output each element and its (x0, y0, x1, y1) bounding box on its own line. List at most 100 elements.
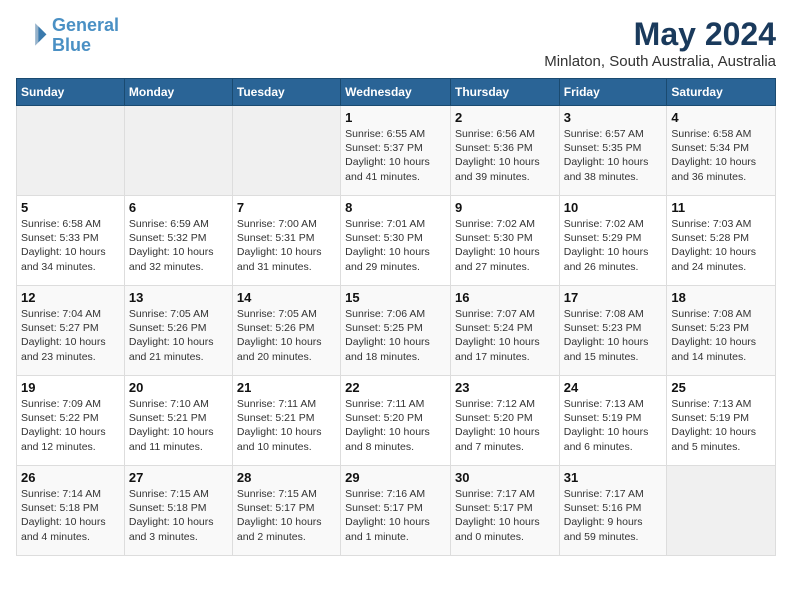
day-number: 23 (455, 380, 555, 395)
logo: General Blue (16, 16, 119, 56)
calendar-cell: 6 Sunrise: 6:59 AM Sunset: 5:32 PM Daylig… (124, 196, 232, 286)
day-number: 14 (237, 290, 336, 305)
day-info: Sunrise: 7:11 AM Sunset: 5:20 PM Dayligh… (345, 397, 446, 454)
day-info: Sunrise: 6:59 AM Sunset: 5:32 PM Dayligh… (129, 217, 228, 274)
weekday-header: Monday (124, 79, 232, 106)
day-number: 3 (564, 110, 663, 125)
day-info: Sunrise: 7:10 AM Sunset: 5:21 PM Dayligh… (129, 397, 228, 454)
calendar-cell: 2Sunrise: 6:56 AM Sunset: 5:36 PM Daylig… (450, 106, 559, 196)
day-info: Sunrise: 7:02 AM Sunset: 5:29 PM Dayligh… (564, 217, 663, 274)
weekday-header: Saturday (667, 79, 776, 106)
day-number: 28 (237, 470, 336, 485)
day-number: 10 (564, 200, 663, 215)
day-number: 18 (671, 290, 771, 305)
calendar-cell: 7 Sunrise: 7:00 AM Sunset: 5:31 PM Daylig… (232, 196, 340, 286)
calendar-cell: 17 Sunrise: 7:08 AM Sunset: 5:23 PM Dayli… (559, 286, 667, 376)
day-number: 24 (564, 380, 663, 395)
calendar-cell: 16Sunrise: 7:07 AM Sunset: 5:24 PM Dayli… (450, 286, 559, 376)
weekday-header-row: SundayMondayTuesdayWednesdayThursdayFrid… (17, 79, 776, 106)
day-number: 2 (455, 110, 555, 125)
logo-text: General Blue (52, 16, 119, 56)
day-number: 25 (671, 380, 771, 395)
day-info: Sunrise: 7:00 AM Sunset: 5:31 PM Dayligh… (237, 217, 336, 274)
calendar-cell (232, 106, 340, 196)
day-number: 19 (21, 380, 120, 395)
day-number: 5 (21, 200, 120, 215)
day-number: 17 (564, 290, 663, 305)
calendar-cell: 30Sunrise: 7:17 AM Sunset: 5:17 PM Dayli… (450, 466, 559, 556)
day-number: 9 (455, 200, 555, 215)
weekday-header: Tuesday (232, 79, 340, 106)
calendar-week-row: 12 Sunrise: 7:04 AM Sunset: 5:27 PM Dayli… (17, 286, 776, 376)
day-info: Sunrise: 7:15 AM Sunset: 5:17 PM Dayligh… (237, 487, 336, 544)
day-number: 7 (237, 200, 336, 215)
day-info: Sunrise: 7:04 AM Sunset: 5:27 PM Dayligh… (21, 307, 120, 364)
calendar-cell: 31 Sunrise: 7:17 AM Sunset: 5:16 PM Dayli… (559, 466, 667, 556)
calendar-cell: 4 Sunrise: 6:58 AM Sunset: 5:34 PM Daylig… (667, 106, 776, 196)
calendar-cell: 15Sunrise: 7:06 AM Sunset: 5:25 PM Dayli… (341, 286, 451, 376)
calendar-cell: 28 Sunrise: 7:15 AM Sunset: 5:17 PM Dayli… (232, 466, 340, 556)
day-number: 11 (671, 200, 771, 215)
day-info: Sunrise: 6:58 AM Sunset: 5:33 PM Dayligh… (21, 217, 120, 274)
calendar-cell: 22 Sunrise: 7:11 AM Sunset: 5:20 PM Dayli… (341, 376, 451, 466)
day-info: Sunrise: 7:15 AM Sunset: 5:18 PM Dayligh… (129, 487, 228, 544)
day-info: Sunrise: 7:17 AM Sunset: 5:16 PM Dayligh… (564, 487, 663, 544)
calendar-cell: 9 Sunrise: 7:02 AM Sunset: 5:30 PM Daylig… (450, 196, 559, 286)
calendar-cell (17, 106, 125, 196)
weekday-header: Wednesday (341, 79, 451, 106)
calendar-cell: 26Sunrise: 7:14 AM Sunset: 5:18 PM Dayli… (17, 466, 125, 556)
calendar-cell: 1 Sunrise: 6:55 AM Sunset: 5:37 PM Daylig… (341, 106, 451, 196)
day-number: 6 (129, 200, 228, 215)
day-number: 26 (21, 470, 120, 485)
calendar-cell: 18 Sunrise: 7:08 AM Sunset: 5:23 PM Dayli… (667, 286, 776, 376)
day-number: 31 (564, 470, 663, 485)
day-info: Sunrise: 7:11 AM Sunset: 5:21 PM Dayligh… (237, 397, 336, 454)
day-info: Sunrise: 6:55 AM Sunset: 5:37 PM Dayligh… (345, 127, 446, 184)
calendar-cell: 14 Sunrise: 7:05 AM Sunset: 5:26 PM Dayli… (232, 286, 340, 376)
day-number: 22 (345, 380, 446, 395)
day-info: Sunrise: 6:58 AM Sunset: 5:34 PM Dayligh… (671, 127, 771, 184)
day-number: 13 (129, 290, 228, 305)
calendar-cell: 29 Sunrise: 7:16 AM Sunset: 5:17 PM Dayli… (341, 466, 451, 556)
day-info: Sunrise: 7:13 AM Sunset: 5:19 PM Dayligh… (564, 397, 663, 454)
subtitle: Minlaton, South Australia, Australia (544, 53, 776, 70)
calendar-cell: 23 Sunrise: 7:12 AM Sunset: 5:20 PM Dayli… (450, 376, 559, 466)
calendar-cell: 19 Sunrise: 7:09 AM Sunset: 5:22 PM Dayli… (17, 376, 125, 466)
day-info: Sunrise: 6:57 AM Sunset: 5:35 PM Dayligh… (564, 127, 663, 184)
weekday-header: Sunday (17, 79, 125, 106)
day-number: 30 (455, 470, 555, 485)
calendar-cell: 8 Sunrise: 7:01 AM Sunset: 5:30 PM Daylig… (341, 196, 451, 286)
calendar-week-row: 19 Sunrise: 7:09 AM Sunset: 5:22 PM Dayli… (17, 376, 776, 466)
day-number: 1 (345, 110, 446, 125)
day-info: Sunrise: 7:16 AM Sunset: 5:17 PM Dayligh… (345, 487, 446, 544)
day-number: 29 (345, 470, 446, 485)
calendar-week-row: 5 Sunrise: 6:58 AM Sunset: 5:33 PM Daylig… (17, 196, 776, 286)
calendar-cell: 13 Sunrise: 7:05 AM Sunset: 5:26 PM Dayli… (124, 286, 232, 376)
calendar-cell: 27Sunrise: 7:15 AM Sunset: 5:18 PM Dayli… (124, 466, 232, 556)
day-info: Sunrise: 7:02 AM Sunset: 5:30 PM Dayligh… (455, 217, 555, 274)
calendar-cell: 25Sunrise: 7:13 AM Sunset: 5:19 PM Dayli… (667, 376, 776, 466)
calendar-cell (124, 106, 232, 196)
weekday-header: Thursday (450, 79, 559, 106)
day-info: Sunrise: 7:05 AM Sunset: 5:26 PM Dayligh… (129, 307, 228, 364)
calendar-cell: 3 Sunrise: 6:57 AM Sunset: 5:35 PM Daylig… (559, 106, 667, 196)
day-info: Sunrise: 7:05 AM Sunset: 5:26 PM Dayligh… (237, 307, 336, 364)
calendar-cell: 24 Sunrise: 7:13 AM Sunset: 5:19 PM Dayli… (559, 376, 667, 466)
day-number: 21 (237, 380, 336, 395)
day-info: Sunrise: 7:08 AM Sunset: 5:23 PM Dayligh… (564, 307, 663, 364)
day-number: 8 (345, 200, 446, 215)
calendar-cell: 20Sunrise: 7:10 AM Sunset: 5:21 PM Dayli… (124, 376, 232, 466)
calendar-week-row: 1 Sunrise: 6:55 AM Sunset: 5:37 PM Daylig… (17, 106, 776, 196)
day-info: Sunrise: 7:08 AM Sunset: 5:23 PM Dayligh… (671, 307, 771, 364)
day-number: 16 (455, 290, 555, 305)
day-number: 12 (21, 290, 120, 305)
main-title: May 2024 (544, 16, 776, 53)
day-info: Sunrise: 7:01 AM Sunset: 5:30 PM Dayligh… (345, 217, 446, 274)
calendar-week-row: 26Sunrise: 7:14 AM Sunset: 5:18 PM Dayli… (17, 466, 776, 556)
title-block: May 2024 Minlaton, South Australia, Aust… (544, 16, 776, 70)
day-info: Sunrise: 7:06 AM Sunset: 5:25 PM Dayligh… (345, 307, 446, 364)
day-number: 4 (671, 110, 771, 125)
day-info: Sunrise: 7:12 AM Sunset: 5:20 PM Dayligh… (455, 397, 555, 454)
day-info: Sunrise: 7:09 AM Sunset: 5:22 PM Dayligh… (21, 397, 120, 454)
calendar-cell: 12 Sunrise: 7:04 AM Sunset: 5:27 PM Dayli… (17, 286, 125, 376)
